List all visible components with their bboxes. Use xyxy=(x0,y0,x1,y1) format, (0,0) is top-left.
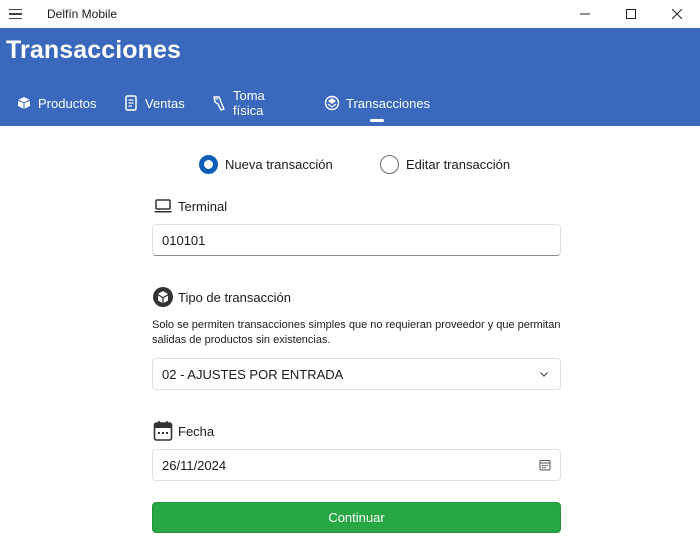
hand-scanner-icon xyxy=(211,95,227,111)
tab-label: Productos xyxy=(38,95,97,111)
box-icon xyxy=(16,95,32,111)
mode-radio-group: Nueva transacción Editar transacción xyxy=(0,155,700,177)
maximize-button[interactable] xyxy=(608,0,654,28)
date-picker[interactable]: 26/11/2024 xyxy=(152,449,561,481)
hamburger-menu-icon[interactable] xyxy=(1,0,29,28)
close-button[interactable] xyxy=(654,0,700,28)
window-controls xyxy=(562,0,700,28)
date-label: Fecha xyxy=(152,420,214,442)
laptop-icon xyxy=(152,195,174,217)
receipt-icon xyxy=(123,95,139,111)
transaction-type-selected: 02 - AJUSTES POR ENTRADA xyxy=(162,366,344,382)
terminal-value: 010101 xyxy=(162,232,206,248)
calendar-picker-icon[interactable] xyxy=(539,459,551,471)
active-tab-indicator xyxy=(370,119,385,122)
tab-productos[interactable]: Productos xyxy=(16,90,97,116)
terminal-label-text: Terminal xyxy=(178,198,228,214)
minimize-icon xyxy=(580,13,590,15)
title-bar: Delfín Mobile xyxy=(0,0,700,28)
calendar-icon xyxy=(152,420,174,442)
tab-transacciones[interactable]: Transacciones xyxy=(324,90,431,122)
chevron-down-icon xyxy=(540,372,548,377)
radio-nueva-transaccion[interactable]: Nueva transacción xyxy=(199,155,333,174)
exchange-icon xyxy=(324,95,340,111)
continue-button[interactable]: Continuar xyxy=(152,502,561,533)
transaction-type-label-text: Tipo de transacción xyxy=(178,289,291,305)
close-icon xyxy=(672,9,682,19)
transaction-type-label: Tipo de transacción xyxy=(152,286,291,308)
minimize-button[interactable] xyxy=(562,0,608,28)
tab-label: Ventas xyxy=(145,95,185,111)
radio-unselected-indicator xyxy=(380,155,399,174)
page-title: Transacciones xyxy=(6,36,182,64)
app-header: Transacciones Productos Ventas Toma físi… xyxy=(0,28,700,126)
transaction-type-select[interactable]: 02 - AJUSTES POR ENTRADA xyxy=(152,358,561,390)
transaction-type-help: Solo se permiten transacciones simples q… xyxy=(152,319,561,346)
maximize-icon xyxy=(626,9,636,19)
radio-label: Editar transacción xyxy=(406,157,511,172)
terminal-label: Terminal xyxy=(152,195,227,217)
radio-label: Nueva transacción xyxy=(225,157,333,172)
radio-editar-transaccion[interactable]: Editar transacción xyxy=(380,155,510,174)
terminal-input[interactable]: 010101 xyxy=(152,224,561,256)
tab-toma-fisica[interactable]: Toma física xyxy=(211,88,265,118)
tab-label: Transacciones xyxy=(346,95,431,111)
radio-selected-indicator xyxy=(199,155,218,174)
date-label-text: Fecha xyxy=(178,423,215,439)
date-value: 26/11/2024 xyxy=(162,457,227,473)
tab-ventas[interactable]: Ventas xyxy=(123,90,185,116)
app-title: Delfín Mobile xyxy=(47,7,118,21)
boxes-icon xyxy=(152,286,174,308)
tab-label: Toma física xyxy=(233,88,265,118)
